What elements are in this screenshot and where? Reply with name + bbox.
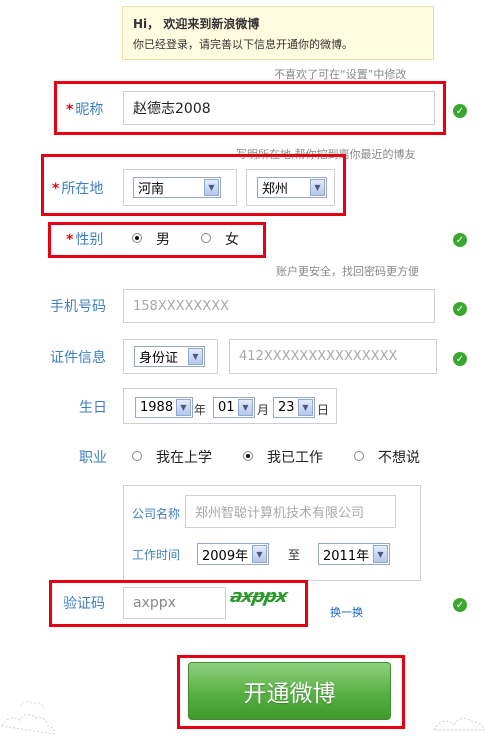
captcha-image: axppx [228,586,289,607]
company-label: 公司名称 [132,507,181,521]
chevron-down-icon: ▼ [298,399,313,416]
nickname-input[interactable]: 赵德志2008 [123,91,435,125]
captcha-input[interactable]: axppx [123,587,226,619]
birthday-label: 生日 [79,400,107,416]
nickname-valid-icon: ✓ [453,104,467,118]
chevron-down-icon: ▼ [176,399,191,416]
birth-month-value: 01 [218,400,235,415]
chevron-down-icon: ▼ [310,179,325,196]
welcome-subtitle: 你已经登录，请完善以下信息开通你的微博。 [133,38,353,51]
gender-male-label[interactable]: 男 [156,229,170,249]
province-value: 河南 [138,182,165,197]
chevron-down-icon: ▼ [252,545,267,563]
id-number-input[interactable]: 412XXXXXXXXXXXXXXX [229,339,437,374]
chevron-down-icon: ▼ [373,545,388,563]
id-type-select[interactable]: 身份证 ▼ [134,346,205,367]
city-value: 郑州 [262,182,289,197]
birth-year-unit: 年 [194,403,207,417]
birth-month-unit: 月 [257,403,270,417]
birth-year-value: 1988 [140,400,174,415]
work-start-value: 2009年 [202,548,249,564]
gender-female-radio[interactable] [201,233,211,243]
job-none-radio[interactable] [354,451,364,461]
gender-female-label[interactable]: 女 [225,229,239,249]
chevron-down-icon: ▼ [238,399,253,416]
location-hint: 写明所在地,帮你挖到离你最近的博友 [236,148,416,161]
settings-hint: 不喜欢了可在“设置”中修改 [274,68,407,81]
province-select[interactable]: 河南 ▼ [133,177,221,198]
gender-label: * 性别 [66,232,104,248]
work-to-label: 至 [288,548,301,562]
captcha-refresh-link[interactable]: 换一换 [330,604,363,620]
captcha-label: 验证码 [63,596,105,612]
id-valid-icon: ✓ [453,352,467,366]
job-school-radio[interactable] [132,451,142,461]
cloud-decoration [433,718,485,731]
gender-male-radio[interactable] [132,233,142,243]
job-working-label[interactable]: 我已工作 [267,447,323,467]
location-label: * 所在地 [52,181,104,197]
company-input[interactable]: 郑州智聪计算机技术有限公司 [185,495,396,528]
phone-input[interactable]: 158XXXXXXXX [123,289,435,323]
job-none-label[interactable]: 不想说 [378,447,420,467]
phone-hint: 账户更安全，找回密码更方便 [276,265,419,278]
birth-day-select[interactable]: 23 ▼ [273,397,315,418]
work-start-select[interactable]: 2009年 ▼ [197,543,269,565]
worktime-label: 工作时间 [132,548,181,562]
chevron-down-icon: ▼ [188,348,203,365]
job-working-radio[interactable] [243,451,253,461]
city-select[interactable]: 郑州 ▼ [257,177,327,198]
birth-month-select[interactable]: 01 ▼ [213,397,255,418]
welcome-box: Hi， 欢迎来到新浪微博 你已经登录，请完善以下信息开通你的微博。 [122,6,434,60]
id-type-value: 身份证 [139,351,179,366]
id-label: 证件信息 [50,350,106,366]
phone-valid-icon: ✓ [453,302,467,316]
birth-day-unit: 日 [317,403,330,417]
job-school-label[interactable]: 我在上学 [156,447,212,467]
work-end-select[interactable]: 2011年 ▼ [318,543,390,565]
cloud-decoration [1,700,55,735]
captcha-valid-icon: ✓ [453,598,467,612]
work-end-value: 2011年 [323,548,370,564]
chevron-down-icon: ▼ [204,179,219,196]
phone-label: 手机号码 [50,299,106,315]
nickname-label: * 昵称 [66,102,104,118]
birth-year-select[interactable]: 1988 ▼ [135,397,193,418]
welcome-title: Hi， 欢迎来到新浪微博 [133,17,260,31]
gender-valid-icon: ✓ [453,233,467,247]
submit-button[interactable]: 开通微博 [188,662,391,720]
birth-day-value: 23 [278,400,295,415]
job-label: 职业 [79,450,107,466]
